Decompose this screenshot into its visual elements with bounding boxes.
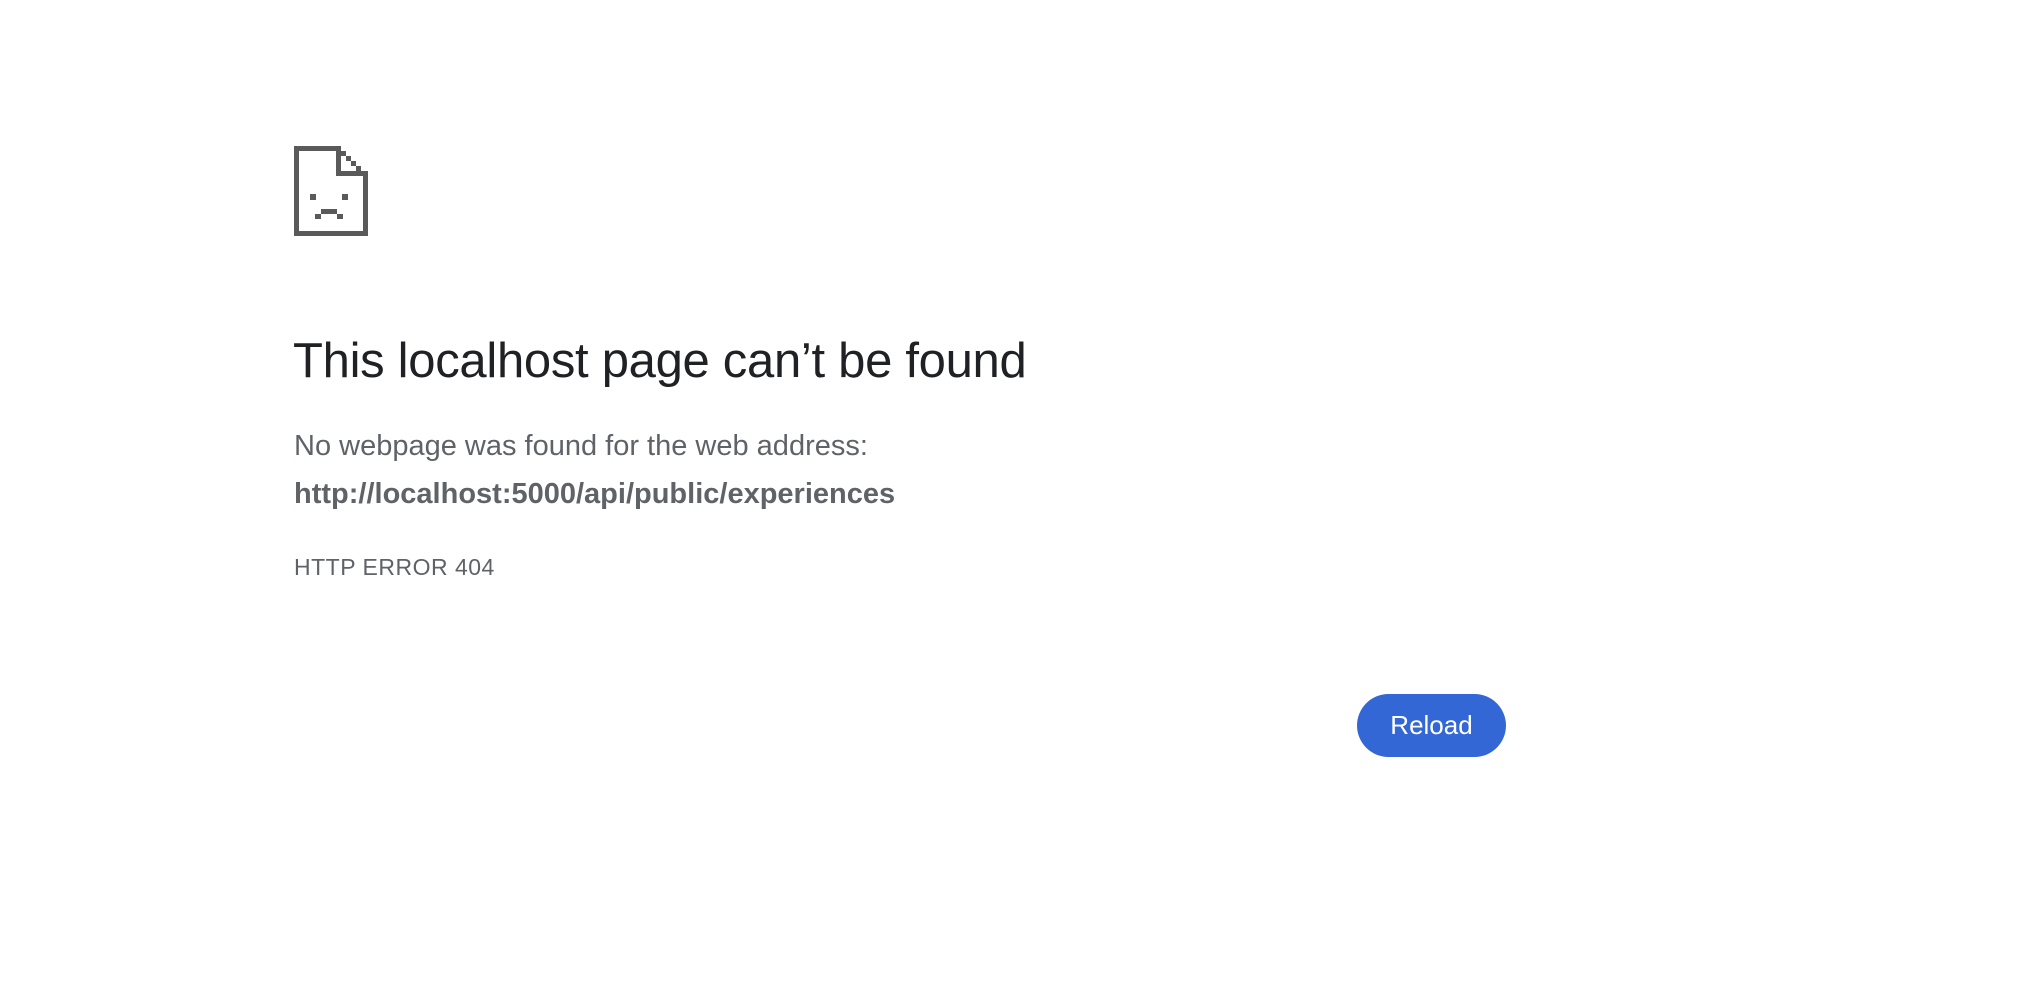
sad-page-icon <box>294 146 368 236</box>
error-description: No webpage was found for the web address… <box>294 430 868 462</box>
error-code: HTTP ERROR 404 <box>294 554 495 580</box>
page-title: This localhost page can’t be found <box>293 334 1027 388</box>
error-page: This localhost page can’t be found No we… <box>0 0 2030 984</box>
requested-url: http://localhost:5000/api/public/experie… <box>294 478 896 510</box>
reload-button[interactable]: Reload <box>1357 694 1506 757</box>
